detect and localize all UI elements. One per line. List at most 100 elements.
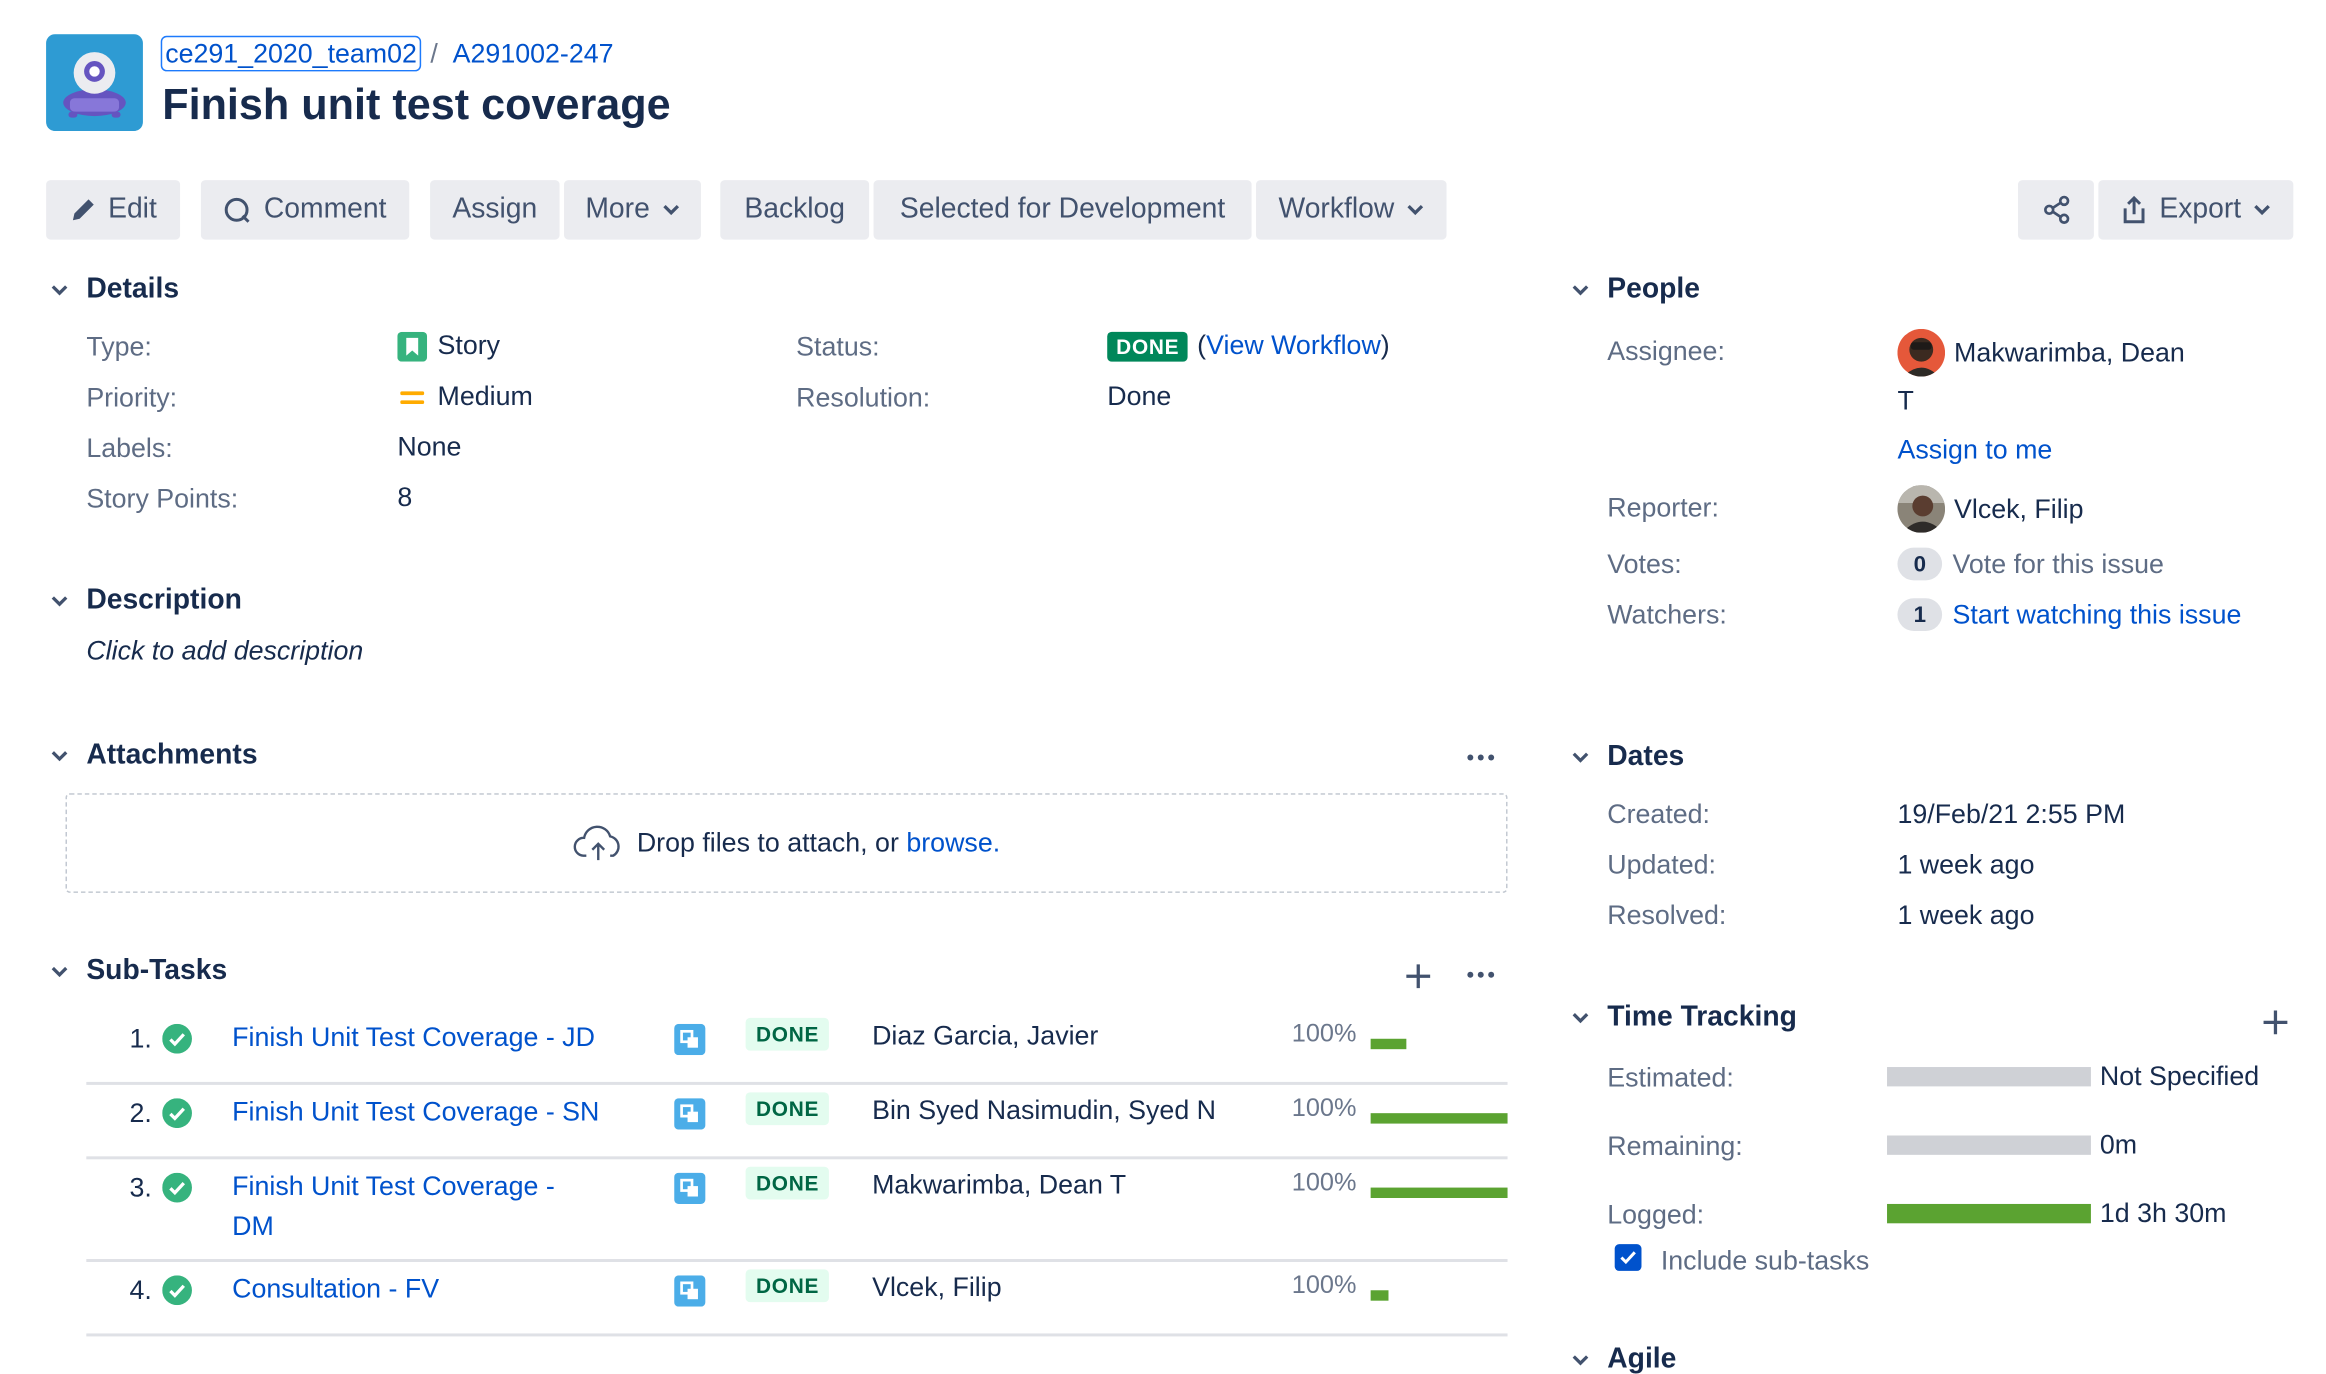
- assign-to-me-link[interactable]: Assign to me: [1897, 435, 2052, 466]
- subtask-number: 4.: [129, 1275, 152, 1306]
- reporter-name: Vlcek, Filip: [1954, 493, 2084, 524]
- agile-heading: Agile: [1607, 1343, 1677, 1374]
- assignee-name-line2: T: [1897, 385, 1914, 416]
- row-divider: [86, 1333, 1508, 1336]
- status-badge: DONE: [745, 1017, 830, 1051]
- chevron-down-icon: [2254, 204, 2270, 216]
- more-button[interactable]: More: [564, 180, 701, 240]
- votes-value: 0 Vote for this issue: [1897, 547, 2164, 581]
- labels-value[interactable]: None: [397, 432, 461, 463]
- breadcrumb-issue-key-link[interactable]: A291002-247: [453, 38, 614, 69]
- assignee-value[interactable]: Makwarimba, Dean: [1897, 328, 2185, 377]
- add-subtask-icon[interactable]: [1403, 961, 1433, 998]
- subtask-summary-link[interactable]: Finish Unit Test Coverage - DM: [232, 1167, 555, 1247]
- view-workflow-wrapper: (View Workflow): [1197, 330, 1390, 361]
- backlog-button[interactable]: Backlog: [720, 180, 870, 240]
- drop-files-text: Drop files to attach, or browse.: [637, 827, 1000, 858]
- subtask-summary-line: Finish Unit Test Coverage - SN: [232, 1096, 600, 1127]
- subtask-summary-line: Finish Unit Test Coverage - JD: [232, 1022, 595, 1053]
- logged-bar: [1887, 1203, 2091, 1224]
- selected-for-development-button[interactable]: Selected for Development: [873, 180, 1252, 240]
- attachment-dropzone[interactable]: Drop files to attach, or browse.: [65, 793, 1508, 893]
- chevron-down-icon: [1572, 1013, 1589, 1024]
- subtasks-more-icon[interactable]: [1464, 960, 1497, 997]
- assignee-avatar: [1897, 328, 1946, 377]
- status-badge: DONE: [745, 1166, 830, 1200]
- subtask-summary-line: DM: [232, 1211, 274, 1242]
- page-title[interactable]: Finish unit test coverage: [162, 82, 670, 131]
- subtask-assignee[interactable]: Bin Syed Nasimudin, Syed N: [872, 1095, 1216, 1126]
- estimated-value: Not Specified: [2099, 1061, 2260, 1091]
- row-divider: [86, 1156, 1508, 1159]
- attachments-more-icon[interactable]: [1464, 743, 1497, 780]
- priority-text: Medium: [437, 380, 533, 411]
- subtask-percent: 100%: [1291, 1168, 1357, 1197]
- subtask-assignee[interactable]: Vlcek, Filip: [872, 1272, 1002, 1303]
- more-button-label: More: [585, 193, 650, 225]
- chevron-down-icon: [1572, 285, 1589, 296]
- browse-link[interactable]: browse.: [906, 827, 1000, 857]
- watchers-count-badge[interactable]: 1: [1897, 598, 1943, 631]
- row-divider: [86, 1259, 1508, 1262]
- dates-section-toggle[interactable]: Dates: [1567, 741, 1684, 774]
- chevron-down-icon: [51, 596, 68, 607]
- description-placeholder[interactable]: Click to add description: [86, 635, 363, 666]
- time-tracking-section-toggle[interactable]: Time Tracking: [1567, 1002, 1797, 1035]
- vote-for-issue-text: Vote for this issue: [1952, 548, 2164, 579]
- subtask-number: 3.: [129, 1172, 152, 1203]
- comment-icon: [225, 197, 251, 223]
- comment-button[interactable]: Comment: [200, 180, 410, 240]
- agile-section-toggle[interactable]: Agile: [1567, 1344, 1676, 1374]
- subtask-type-icon: [674, 1023, 706, 1056]
- subtask-assignee[interactable]: Makwarimba, Dean T: [872, 1170, 1126, 1201]
- done-check-icon: [162, 1275, 192, 1306]
- type-label: Type:: [86, 331, 152, 362]
- breadcrumb-project-link[interactable]: ce291_2020_team02: [160, 35, 422, 72]
- start-watching-link[interactable]: Start watching this issue: [1953, 599, 2242, 630]
- check-icon: [1620, 1251, 1636, 1265]
- share-icon: [2043, 195, 2069, 224]
- attachments-section-toggle[interactable]: Attachments: [46, 739, 258, 773]
- assign-button[interactable]: Assign: [430, 180, 560, 240]
- subtask-summary-link[interactable]: Finish Unit Test Coverage - JD: [232, 1018, 595, 1058]
- reporter-label: Reporter:: [1607, 492, 1719, 523]
- subtasks-heading: Sub-Tasks: [86, 955, 228, 987]
- subtask-percent: 100%: [1291, 1093, 1357, 1123]
- cloud-upload-icon: [573, 824, 620, 860]
- attachments-heading: Attachments: [86, 739, 258, 771]
- subtask-type-icon: [674, 1098, 706, 1130]
- project-avatar[interactable]: [46, 34, 143, 131]
- done-check-icon: [162, 1172, 192, 1203]
- logged-value: 1d 3h 30m: [2099, 1198, 2227, 1228]
- subtasks-section-toggle[interactable]: Sub-Tasks: [46, 955, 227, 988]
- comment-button-label: Comment: [263, 193, 387, 225]
- description-section-toggle[interactable]: Description: [46, 585, 242, 618]
- include-subtasks-label[interactable]: Include sub-tasks: [1661, 1246, 1869, 1277]
- workflow-button[interactable]: Workflow: [1256, 180, 1447, 240]
- status-badge: DONE: [1107, 331, 1189, 361]
- remaining-label: Remaining:: [1607, 1131, 1743, 1161]
- reporter-value[interactable]: Vlcek, Filip: [1897, 485, 2084, 533]
- edit-button[interactable]: Edit: [46, 180, 181, 240]
- people-section-toggle[interactable]: People: [1567, 274, 1700, 307]
- story-points-value[interactable]: 8: [397, 482, 412, 513]
- chevron-down-icon: [51, 751, 68, 762]
- share-button[interactable]: [2017, 180, 2094, 240]
- subtask-summary-link[interactable]: Finish Unit Test Coverage - SN: [232, 1092, 599, 1132]
- remaining-value: 0m: [2099, 1129, 2138, 1160]
- chevron-down-icon: [662, 204, 679, 216]
- log-work-add-icon[interactable]: [2261, 1008, 2291, 1045]
- workflow-button-label: Workflow: [1278, 193, 1395, 225]
- details-section-toggle[interactable]: Details: [46, 274, 179, 307]
- drop-files-label: Drop files to attach, or: [636, 827, 899, 858]
- created-label: Created:: [1607, 799, 1711, 829]
- breadcrumb-separator: /: [430, 37, 438, 68]
- include-subtasks-checkbox[interactable]: [1614, 1244, 1642, 1271]
- export-button[interactable]: Export: [2098, 180, 2294, 240]
- subtask-assignee[interactable]: Diaz Garcia, Javier: [872, 1021, 1098, 1052]
- subtask-summary-link[interactable]: Consultation - FV: [232, 1269, 439, 1309]
- logged-label: Logged:: [1607, 1199, 1705, 1230]
- votes-count-badge: 0: [1897, 547, 1943, 581]
- votes-label: Votes:: [1607, 549, 1682, 579]
- view-workflow-link[interactable]: View Workflow: [1206, 330, 1381, 360]
